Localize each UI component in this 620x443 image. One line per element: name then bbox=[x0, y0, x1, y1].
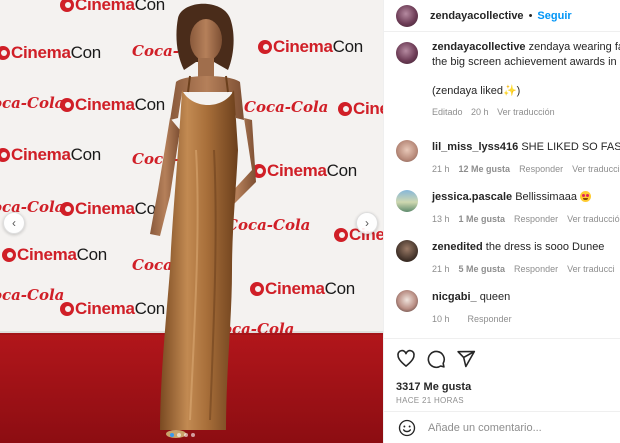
translate-link[interactable]: Ver traducci bbox=[572, 164, 620, 174]
share-icon[interactable] bbox=[456, 349, 476, 369]
translate-link[interactable]: Ver traducción bbox=[497, 107, 555, 117]
comment-likes[interactable]: 1 Me gusta bbox=[459, 214, 506, 224]
translate-link[interactable]: Ver traducci bbox=[567, 264, 615, 274]
comment-time: 21 h bbox=[432, 164, 450, 174]
comment-time: 21 h bbox=[432, 264, 450, 274]
reply-button[interactable]: Responder bbox=[468, 314, 512, 324]
caption-text-line2: the big screen achievement awards in la bbox=[432, 56, 620, 68]
comment-username[interactable]: lil_miss_lyss416 bbox=[432, 141, 518, 153]
caption-username[interactable]: zendayacollective bbox=[432, 41, 526, 53]
person-figure bbox=[150, 3, 256, 438]
avatar[interactable] bbox=[396, 190, 418, 212]
follow-button[interactable]: Seguir bbox=[537, 10, 571, 22]
heart-icon[interactable] bbox=[396, 349, 416, 369]
avatar[interactable] bbox=[396, 4, 418, 27]
add-comment-bar bbox=[384, 411, 620, 443]
reply-button[interactable]: Responder bbox=[519, 164, 563, 174]
post-side-panel: zendayacollective • Seguir zendayacollec… bbox=[383, 0, 620, 443]
comment-likes[interactable]: 12 Me gusta bbox=[459, 164, 511, 174]
next-slide-button[interactable]: › bbox=[356, 212, 378, 234]
separator-dot: • bbox=[528, 9, 533, 22]
comment-username[interactable]: nicgabi_ bbox=[432, 291, 477, 303]
carousel-dot bbox=[184, 433, 188, 437]
post-timestamp: HACE 21 HORAS bbox=[396, 396, 464, 405]
post-image[interactable]: CinemaCon CinemaCon Coca-Cola CinemaCon … bbox=[0, 0, 383, 443]
likes-count[interactable]: 3317 Me gusta bbox=[396, 381, 471, 393]
comment-username[interactable]: jessica.pascale bbox=[432, 191, 512, 203]
emoji-icon[interactable] bbox=[398, 419, 416, 437]
translate-link[interactable]: Ver traducció bbox=[567, 214, 620, 224]
chevron-left-icon: ‹ bbox=[12, 216, 16, 230]
reply-button[interactable]: Responder bbox=[514, 264, 558, 274]
comment-time: 13 h bbox=[432, 214, 450, 224]
comment-text: SHE LIKED SO FAST bbox=[521, 141, 620, 153]
reply-button[interactable]: Responder bbox=[514, 214, 558, 224]
comments-section: zendayacollective zendaya wearing fall/ … bbox=[384, 40, 620, 120]
comment-text: Bellissimaaa bbox=[515, 191, 577, 203]
carousel-dot bbox=[170, 433, 174, 437]
comment-item: lil_miss_lyss416 SHE LIKED SO FAST 21 h 1… bbox=[396, 140, 620, 176]
caption-liked-note: (zendaya liked✨) bbox=[432, 85, 521, 97]
chevron-right-icon: › bbox=[365, 216, 369, 230]
comment-item: zenedited the dress is sooo Dunee 21 h 5 … bbox=[396, 240, 620, 276]
avatar[interactable] bbox=[396, 140, 418, 162]
header-username[interactable]: zendayacollective bbox=[430, 10, 524, 22]
comment-item: jessica.pascale Bellissimaaa 13 h 1 Me gu… bbox=[396, 190, 620, 226]
avatar[interactable] bbox=[396, 240, 418, 262]
edited-label: Editado bbox=[432, 107, 463, 117]
heart-eyes-emoji-icon bbox=[580, 191, 591, 202]
comment-username[interactable]: zenedited bbox=[432, 241, 483, 253]
carousel-dot bbox=[191, 433, 195, 437]
avatar[interactable] bbox=[396, 290, 418, 312]
comment-text: queen bbox=[479, 291, 511, 303]
avatar[interactable] bbox=[396, 42, 418, 64]
comment-likes[interactable]: 5 Me gusta bbox=[459, 264, 506, 274]
caption: zendayacollective zendaya wearing fall/ … bbox=[384, 40, 620, 120]
carousel-dot bbox=[177, 433, 181, 437]
post-actions: 3317 Me gusta HACE 21 HORAS bbox=[384, 338, 620, 405]
comment-icon[interactable] bbox=[426, 349, 446, 369]
post-header: zendayacollective • Seguir bbox=[384, 0, 620, 32]
comment-item: nicgabi_ queen 10 h Responder bbox=[396, 290, 620, 326]
caption-meta: Editado 20 h Ver traducción bbox=[432, 105, 620, 120]
sparkles-emoji-icon: ✨ bbox=[502, 85, 517, 97]
comment-text: the dress is sooo Dunee bbox=[485, 241, 605, 253]
previous-slide-button[interactable]: ‹ bbox=[3, 212, 25, 234]
carousel-indicator bbox=[170, 433, 195, 437]
comment-input[interactable] bbox=[428, 421, 608, 434]
comment-time: 10 h bbox=[432, 314, 450, 324]
caption-time: 20 h bbox=[471, 107, 489, 117]
caption-text: zendaya wearing fall/ bbox=[528, 41, 620, 53]
